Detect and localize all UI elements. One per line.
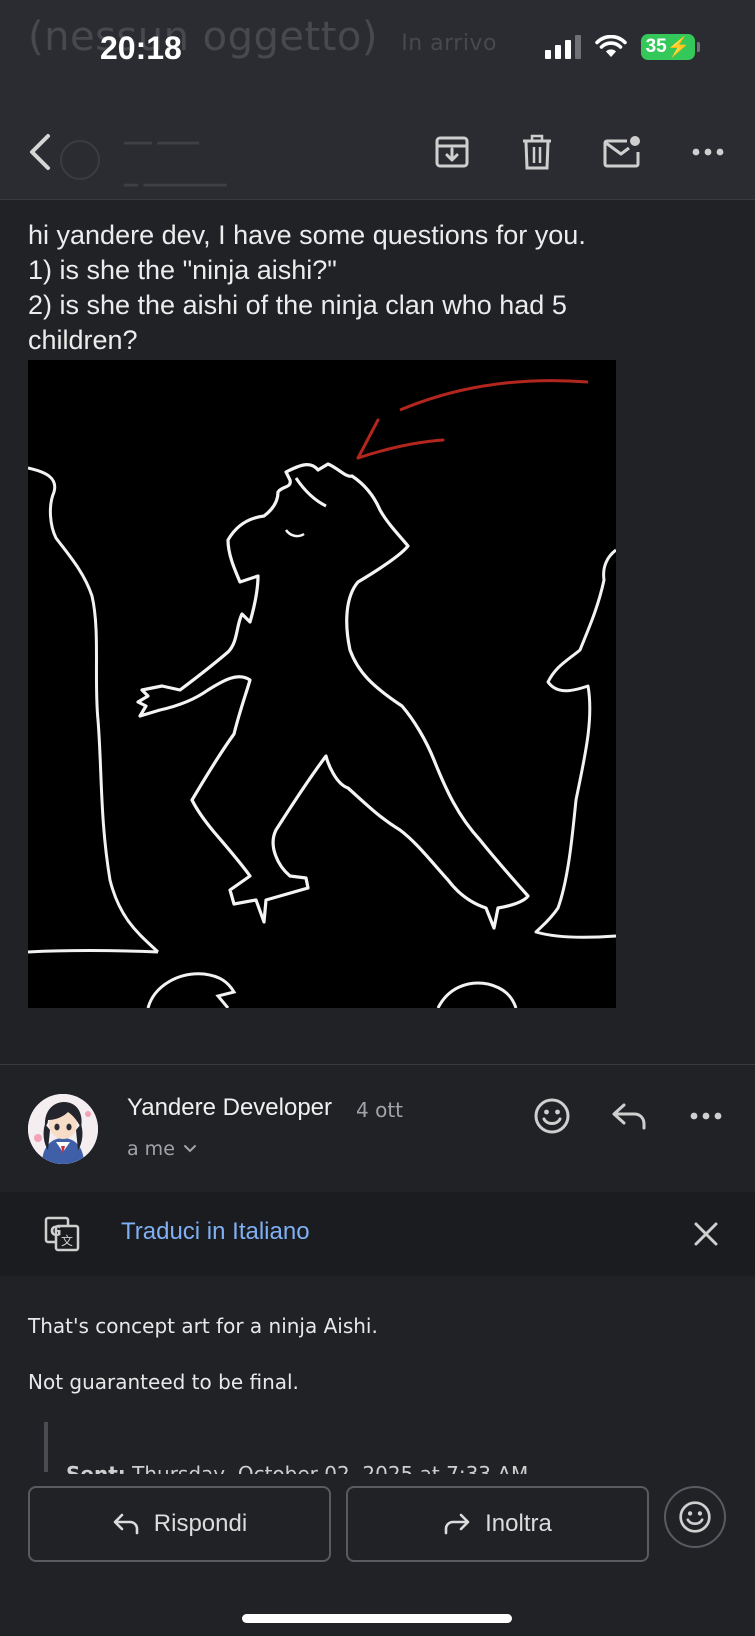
- reply-message-body: That's concept art for a ninja Aishi. No…: [28, 1312, 378, 1424]
- add-reaction-button[interactable]: [528, 1092, 576, 1140]
- forward-action-button[interactable]: Inoltra: [346, 1486, 649, 1562]
- quoted-label: Sent:: [66, 1462, 126, 1474]
- close-icon[interactable]: [690, 1218, 722, 1250]
- top-bar: (nessun oggetto) In arrivo 20:18 35 ⚡ ▁▁ …: [0, 0, 755, 200]
- smiley-icon: [679, 1501, 711, 1533]
- ghost-header-line: ▁▁ ▁▁▁: [124, 124, 199, 145]
- message-more-button[interactable]: [682, 1092, 730, 1140]
- ghost-subject-text: (nessun oggetto): [28, 14, 378, 60]
- reply-label: Rispondi: [153, 1510, 248, 1537]
- divider: [0, 1064, 755, 1065]
- translate-link[interactable]: Traduci in Italiano: [121, 1218, 310, 1246]
- action-bar: Rispondi Inoltra: [0, 1474, 755, 1636]
- message-line: 2) is she the aishi of the ninja clan wh…: [28, 290, 567, 320]
- battery-icon: 35 ⚡: [641, 34, 700, 60]
- smiley-icon: [534, 1098, 570, 1134]
- ghost-header-line: ▁ ▁▁▁▁▁▁: [124, 166, 227, 187]
- more-horizontal-icon: [692, 148, 724, 156]
- mark-unread-button[interactable]: [600, 130, 644, 174]
- delete-button[interactable]: [515, 130, 559, 174]
- outlined-silhouettes-image: [28, 379, 616, 1008]
- sender-name[interactable]: Yandere Developer: [127, 1094, 332, 1122]
- translate-bar: G 文 Traduci in Italiano: [0, 1192, 755, 1276]
- quoted-date: Thursday, October 02, 2025 at 7:33 AM: [132, 1462, 529, 1474]
- chevron-left-icon[interactable]: [22, 128, 62, 176]
- recipient-label: a me: [127, 1138, 175, 1160]
- archive-icon: [435, 136, 469, 168]
- status-icons: 35 ⚡: [545, 34, 700, 60]
- quoted-text: Sent: Thursday, October 02, 2025 at 7:33…: [66, 1460, 528, 1474]
- attached-image[interactable]: [28, 360, 616, 1008]
- ghost-folder-label: In arrivo: [401, 31, 497, 56]
- message-line: 1) is she the "ninja aishi?": [28, 255, 337, 285]
- battery-level: 35: [645, 36, 667, 57]
- anime-avatar-icon: [28, 1094, 98, 1164]
- emoji-reaction-button[interactable]: [664, 1486, 726, 1548]
- status-time: 20:18: [100, 30, 182, 66]
- message-line: children?: [28, 325, 138, 355]
- archive-button[interactable]: [430, 130, 474, 174]
- more-options-button[interactable]: [686, 130, 730, 174]
- svg-text:文: 文: [61, 1233, 73, 1248]
- message-paragraph: That's concept art for a ninja Aishi.: [28, 1314, 378, 1338]
- cellular-signal-icon: [545, 35, 581, 59]
- message-date: 4 ott: [356, 1098, 404, 1122]
- trash-icon: [523, 134, 551, 170]
- avatar[interactable]: [28, 1094, 98, 1164]
- more-horizontal-icon: [690, 1112, 722, 1120]
- ghost-subject-title: (nessun oggetto) In arrivo: [28, 14, 497, 60]
- home-indicator[interactable]: [242, 1614, 512, 1623]
- forward-icon: [444, 1513, 470, 1535]
- reply-button[interactable]: [605, 1092, 653, 1140]
- reply-icon: [612, 1103, 646, 1130]
- svg-text:G: G: [50, 1224, 62, 1240]
- mail-unread-icon: [603, 136, 640, 168]
- reply-icon: [113, 1513, 139, 1535]
- google-translate-icon: G 文: [44, 1216, 80, 1252]
- forward-label: Inoltra: [485, 1510, 552, 1537]
- reply-action-button[interactable]: Rispondi: [28, 1486, 331, 1562]
- ghost-avatar: [60, 140, 100, 180]
- chevron-down-icon: [183, 1145, 196, 1153]
- message-line: hi yandere dev, I have some questions fo…: [28, 220, 586, 250]
- previous-message-body: hi yandere dev, I have some questions fo…: [28, 218, 728, 358]
- recipient-toggle[interactable]: a me: [127, 1138, 197, 1160]
- wifi-icon: [595, 35, 627, 57]
- quote-bar: [44, 1422, 48, 1472]
- message-paragraph: Not guaranteed to be final.: [28, 1370, 299, 1394]
